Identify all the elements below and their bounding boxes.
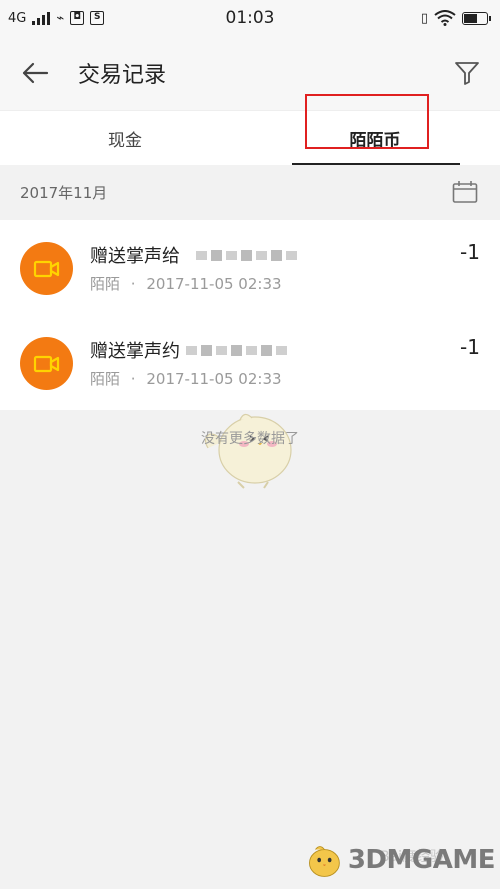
transaction-title: 赠送掌声约 bbox=[90, 341, 180, 362]
no-more-data-text: 没有更多数据了 bbox=[201, 431, 299, 447]
video-camera-icon bbox=[20, 337, 73, 390]
battery-icon bbox=[462, 11, 491, 25]
status-bar: 4G ⌁ ◘ S 01:03 ▯ bbox=[0, 0, 500, 36]
usb-icon: ⌁ bbox=[56, 10, 65, 26]
wifi-icon bbox=[434, 10, 456, 26]
transaction-source: 陌陌 bbox=[90, 275, 121, 293]
s-notification-icon: S bbox=[90, 11, 105, 25]
filter-icon[interactable] bbox=[452, 58, 482, 88]
tab-momo-coin[interactable]: 陌陌币 bbox=[250, 111, 500, 165]
video-camera-icon bbox=[20, 242, 73, 295]
transaction-amount: -1 bbox=[460, 240, 480, 264]
app-notification-icon: ◘ bbox=[70, 11, 85, 25]
month-section-header: 2017年11月 bbox=[0, 165, 500, 220]
vibrate-icon: ▯ bbox=[420, 10, 428, 26]
redacted-username bbox=[196, 242, 297, 268]
page-title: 交易记录 bbox=[78, 63, 167, 88]
transaction-source: 陌陌 bbox=[90, 370, 121, 388]
calendar-icon[interactable] bbox=[452, 180, 478, 204]
transaction-row[interactable]: 赠送掌声给 陌陌 · 2017-11-05 02:33 -1 bbox=[0, 220, 500, 315]
mascot-illustration bbox=[204, 413, 292, 489]
signal-icon bbox=[32, 11, 51, 25]
back-button[interactable] bbox=[0, 36, 70, 110]
redacted-username bbox=[186, 337, 287, 363]
tab-bar: 现金 陌陌币 bbox=[0, 110, 500, 165]
app-bar: 交易记录 bbox=[0, 36, 500, 110]
network-type: 4G bbox=[8, 10, 27, 26]
3dmgame-mascot-logo bbox=[309, 846, 340, 877]
empty-state-area: 没有更多数据了 bbox=[0, 410, 500, 889]
transaction-list: 赠送掌声给 陌陌 · 2017-11-05 02:33 -1 赠送掌声约 陌陌 … bbox=[0, 220, 500, 410]
month-label: 2017年11月 bbox=[20, 184, 108, 202]
back-arrow-icon bbox=[22, 62, 49, 84]
transaction-meta: 陌陌 · 2017-11-05 02:33 bbox=[90, 273, 282, 294]
meta-separator: · bbox=[130, 275, 136, 293]
transaction-row[interactable]: 赠送掌声约 陌陌 · 2017-11-05 02:33 -1 bbox=[0, 315, 500, 410]
status-left-group: 4G ⌁ ◘ S bbox=[8, 10, 105, 26]
3dmgame-watermark: 3DMGAME bbox=[305, 832, 496, 888]
transaction-title: 赠送掌声给 bbox=[90, 246, 180, 267]
transaction-datetime: 2017-11-05 02:33 bbox=[146, 370, 282, 388]
meta-separator: · bbox=[130, 370, 136, 388]
transaction-meta: 陌陌 · 2017-11-05 02:33 bbox=[90, 368, 282, 389]
tab-cash[interactable]: 现金 bbox=[0, 111, 250, 165]
status-right-group: ▯ bbox=[420, 10, 491, 26]
3dmgame-logo-text: 3DMGAME bbox=[347, 845, 496, 875]
transaction-datetime: 2017-11-05 02:33 bbox=[146, 275, 282, 293]
transaction-amount: -1 bbox=[460, 335, 480, 359]
